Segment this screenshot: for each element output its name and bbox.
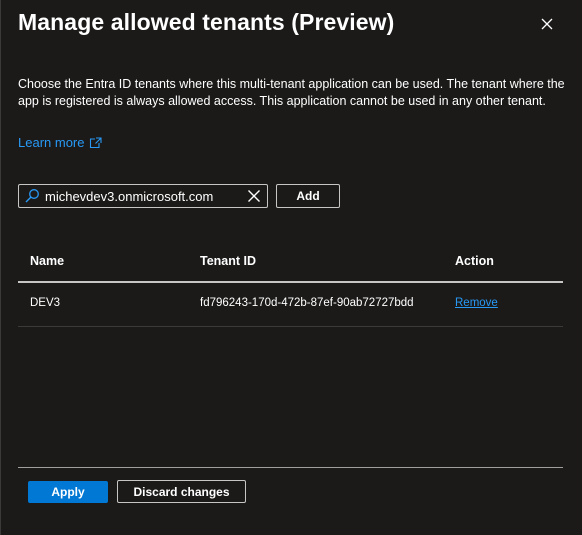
tenant-name: DEV3: [30, 297, 61, 309]
external-link-icon: [90, 136, 103, 148]
tenant-search-box: [18, 184, 268, 208]
table-header: Name Tenant ID Action: [18, 243, 563, 283]
column-header-tenant-id: Tenant ID: [200, 254, 257, 268]
close-icon: [541, 18, 553, 30]
learn-more-link[interactable]: Learn more: [18, 135, 103, 150]
panel-description: Choose the Entra ID tenants where this m…: [18, 77, 565, 108]
apply-button[interactable]: Apply: [28, 481, 108, 503]
column-header-action: Action: [455, 254, 494, 268]
search-icon: [19, 185, 45, 207]
table-row: DEV3 fd796243-170d-472b-87ef-90ab72727bd…: [18, 283, 563, 327]
clear-icon: [248, 190, 260, 202]
panel-title: Manage allowed tenants (Preview): [18, 9, 395, 35]
tenant-search-input[interactable]: [45, 188, 241, 204]
footer-divider: [18, 467, 563, 468]
clear-search-button[interactable]: [241, 185, 267, 207]
close-button[interactable]: [537, 14, 557, 34]
discard-changes-button[interactable]: Discard changes: [117, 480, 246, 503]
learn-more-label: Learn more: [18, 135, 85, 150]
column-header-name: Name: [30, 254, 65, 268]
add-tenant-button[interactable]: Add: [276, 184, 340, 208]
manage-tenants-panel: Manage allowed tenants (Preview) Choose …: [0, 0, 582, 535]
remove-tenant-link[interactable]: Remove: [455, 297, 498, 309]
tenants-table: Name Tenant ID Action DEV3 fd796243-170d…: [18, 243, 563, 327]
tenant-id: fd796243-170d-472b-87ef-90ab72727bdd: [200, 297, 414, 309]
